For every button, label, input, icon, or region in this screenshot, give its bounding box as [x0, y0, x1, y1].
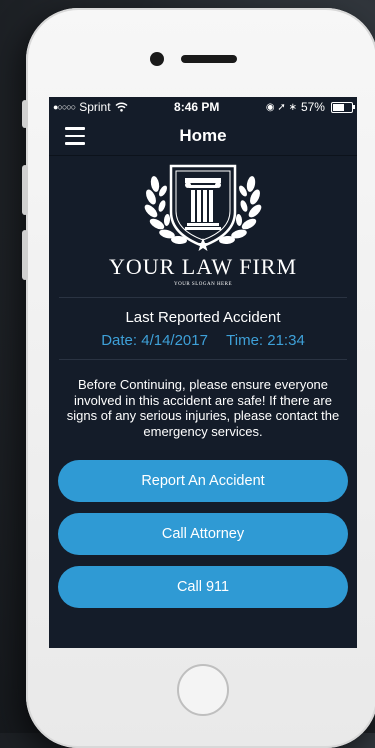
- volume-down-button: [22, 230, 28, 280]
- call-attorney-button[interactable]: Call Attorney: [58, 513, 348, 555]
- report-accident-button[interactable]: Report An Accident: [58, 460, 348, 502]
- app-screen: ●○○○○ Sprint 8:46 PM ◉ ➚ ∗ 57% Home YOUR…: [49, 97, 357, 648]
- accident-date: Date: 4/14/2017: [101, 332, 208, 349]
- navigation-bar: Home: [49, 117, 357, 156]
- battery-icon: [330, 101, 355, 113]
- divider: [59, 359, 347, 360]
- accident-time: Time: 21:34: [226, 332, 305, 349]
- safety-notice: Before Continuing, please ensure everyon…: [66, 377, 340, 439]
- last-accident-datetime: Date: 4/14/2017 Time: 21:34: [49, 332, 357, 349]
- signal-strength-icon: ●○○○○: [53, 102, 76, 112]
- status-indicator-icons: ◉ ➚ ∗: [265, 101, 297, 113]
- status-bar: ●○○○○ Sprint 8:46 PM ◉ ➚ ∗ 57%: [49, 97, 357, 117]
- volume-up-button: [22, 165, 28, 215]
- earpiece-speaker: [181, 55, 237, 63]
- call-911-button[interactable]: Call 911: [58, 566, 348, 608]
- last-accident-heading: Last Reported Accident: [125, 309, 281, 326]
- front-camera: [150, 52, 164, 66]
- status-time: 8:46 PM: [174, 100, 220, 114]
- home-button[interactable]: [177, 664, 229, 716]
- hamburger-menu-icon[interactable]: [65, 127, 85, 145]
- firm-slogan: YOUR SLOGAN HERE: [174, 282, 232, 287]
- mute-switch: [22, 100, 28, 128]
- law-firm-logo-icon: [144, 164, 262, 251]
- carrier-name: Sprint: [79, 100, 111, 114]
- divider: [59, 297, 347, 298]
- page-title: Home: [179, 126, 227, 145]
- firm-name: YOUR LAW FIRM: [108, 254, 298, 279]
- wifi-icon: [115, 102, 128, 112]
- battery-percent: 57%: [300, 100, 325, 114]
